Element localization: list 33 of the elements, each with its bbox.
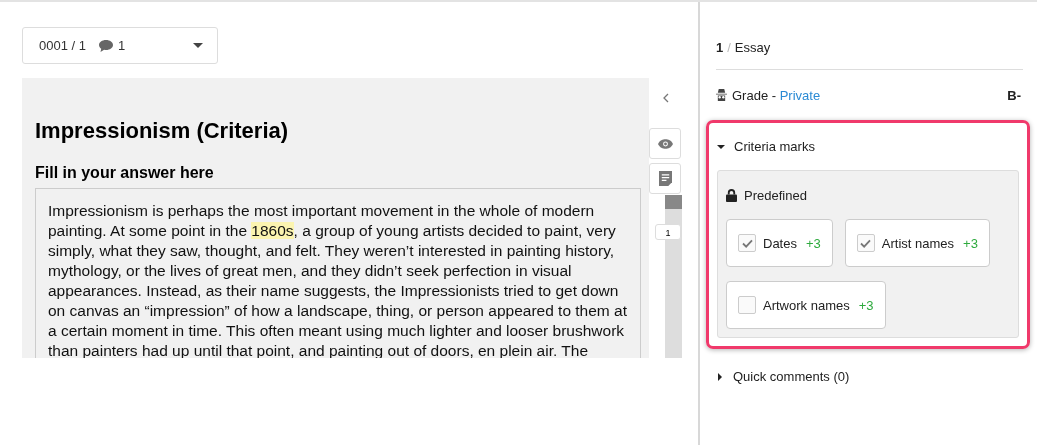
comment-icon xyxy=(98,38,114,53)
criterion-option[interactable]: Artist names +3 xyxy=(844,219,990,267)
separator: / xyxy=(727,40,731,55)
criterion-option[interactable]: Artwork names +3 xyxy=(726,281,886,329)
document-title: Impressionism (Criteria) xyxy=(35,118,290,144)
spy-icon xyxy=(716,89,727,101)
lock-icon xyxy=(726,188,737,202)
note-icon xyxy=(658,171,672,186)
question-type: Essay xyxy=(734,40,771,55)
answer-prompt: Fill in your answer here xyxy=(35,164,215,182)
check-icon xyxy=(860,238,872,248)
scrollbar-thumb[interactable] xyxy=(665,195,682,209)
grade-value: B- xyxy=(1007,87,1022,103)
checkbox[interactable] xyxy=(856,234,875,252)
eye-icon xyxy=(657,138,673,149)
comment-marker[interactable]: 1 xyxy=(655,224,681,240)
chevron-left-icon xyxy=(662,93,669,103)
notes-button[interactable] xyxy=(649,163,681,194)
question-number: 1 xyxy=(716,40,724,55)
check-icon xyxy=(741,238,753,248)
triangle-icon xyxy=(717,142,725,151)
grade-label: Grade - Private xyxy=(732,87,821,103)
group-title: Predefined xyxy=(744,187,807,203)
page-selector[interactable]: 0001 / 1 1 xyxy=(22,27,218,64)
privacy-link[interactable]: Private xyxy=(779,87,821,103)
quick-comments-toggle[interactable]: Quick comments (0) xyxy=(716,353,1023,400)
caret-icon xyxy=(193,43,203,48)
criterion-option[interactable]: Dates +3 xyxy=(726,219,833,267)
triangle-icon xyxy=(716,372,724,381)
checkbox[interactable] xyxy=(738,296,756,314)
criteria-toggle[interactable]: Criteria marks xyxy=(717,123,1019,170)
checkbox[interactable] xyxy=(738,234,756,252)
view-button[interactable] xyxy=(649,128,681,159)
